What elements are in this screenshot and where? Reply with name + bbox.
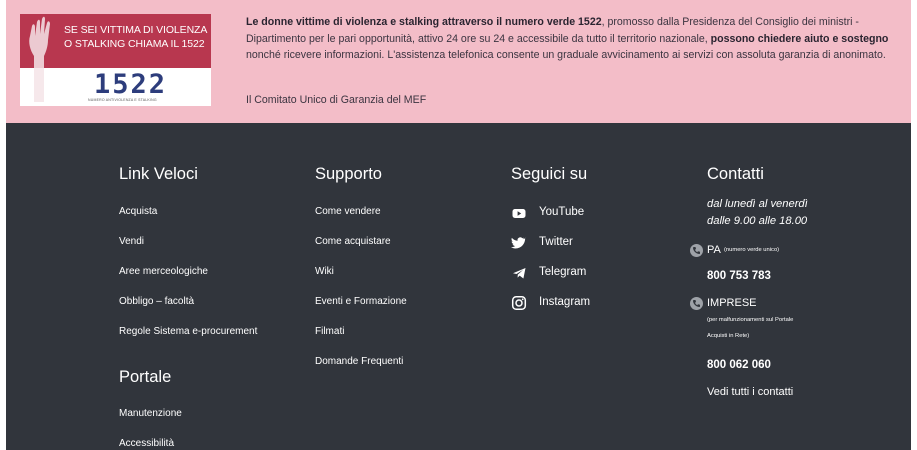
frame-border-right <box>911 0 917 450</box>
frame-border-left <box>0 0 6 450</box>
banner-bold-1: Le donne vittime di violenza e stalking … <box>246 16 602 28</box>
social-instagram[interactable]: Instagram <box>511 295 631 311</box>
link-manutenzione[interactable]: Manutenzione <box>119 408 182 419</box>
logo-slogan: SE SEI VITTIMA DI VIOLENZA O STALKING CH… <box>64 23 209 51</box>
link-veloci-title: Link Veloci <box>119 165 198 183</box>
violence-awareness-banner: SE SEI VITTIMA DI VIOLENZA O STALKING CH… <box>0 0 917 123</box>
link-regole-sistema[interactable]: Regole Sistema e-procurement <box>119 326 257 337</box>
youtube-label: YouTube <box>539 206 585 218</box>
imprese-contact: IMPRESE <box>690 297 870 311</box>
hand-icon <box>29 16 50 102</box>
social-twitter[interactable]: Twitter <box>511 235 631 251</box>
1522-logo[interactable]: SE SEI VITTIMA DI VIOLENZA O STALKING CH… <box>20 14 211 106</box>
link-filmati[interactable]: Filmati <box>315 326 344 337</box>
contact-hours-time: dalle 9.00 alle 18.00 <box>707 215 808 227</box>
pa-label: PA <box>707 244 721 256</box>
imprese-note: (per malfunzionamenti sul Portale Acquis… <box>707 312 793 344</box>
imprese-note-line-1: (per malfunzionamenti sul Portale <box>707 317 794 323</box>
twitter-icon <box>511 236 527 249</box>
contact-hours: dal lunedì al venerdì dalle 9.00 alle 18… <box>707 196 808 230</box>
pa-note: (numero verde unico) <box>724 247 780 253</box>
contact-hours-days: dal lunedì al venerdì <box>707 198 808 210</box>
imprese-note-line-2: Acquisti in Rete) <box>707 333 750 339</box>
imprese-label: IMPRESE <box>707 297 757 309</box>
link-accessibilita[interactable]: Accessibilità <box>119 438 174 449</box>
banner-signature: Il Comitato Unico di Garanzia del MEF <box>246 94 427 106</box>
twitter-label: Twitter <box>539 236 573 248</box>
site-footer: Link Veloci Acquista Vendi Aree merceolo… <box>0 123 917 450</box>
phone-icon <box>690 244 703 257</box>
banner-bold-2: possono chiedere aiuto e sostegno <box>710 32 889 45</box>
banner-text-2: nonché ricevere informazioni. L'assisten… <box>246 49 886 62</box>
link-vendi[interactable]: Vendi <box>119 236 144 247</box>
link-eventi-formazione[interactable]: Eventi e Formazione <box>315 296 407 307</box>
seguici-title: Seguici su <box>511 165 588 183</box>
imprese-phone-number[interactable]: 800 062 060 <box>707 359 771 371</box>
link-all-contacts[interactable]: Vedi tutti i contatti <box>707 386 793 398</box>
logo-subtitle: NUMERO ANTIVIOLENZA E STALKING <box>88 98 157 102</box>
link-acquista[interactable]: Acquista <box>119 206 157 217</box>
social-youtube[interactable]: YouTube <box>511 205 631 221</box>
portale-title: Portale <box>119 368 172 386</box>
link-come-vendere[interactable]: Come vendere <box>315 206 381 217</box>
phone-icon <box>690 297 703 310</box>
youtube-icon <box>512 209 526 218</box>
supporto-title: Supporto <box>315 165 382 183</box>
logo-slogan-line-2: O STALKING CHIAMA IL 1522 <box>64 38 205 50</box>
logo-slogan-line-1: SE SEI VITTIMA DI VIOLENZA <box>64 24 208 36</box>
telegram-label: Telegram <box>539 266 587 278</box>
instagram-label: Instagram <box>539 296 591 308</box>
instagram-icon <box>511 295 527 311</box>
contatti-title: Contatti <box>707 165 764 183</box>
pa-contact: PA (numero verde unico) <box>690 244 870 258</box>
social-telegram[interactable]: Telegram <box>511 265 631 281</box>
page: SE SEI VITTIMA DI VIOLENZA O STALKING CH… <box>0 0 917 450</box>
link-domande-frequenti[interactable]: Domande Frequenti <box>315 356 403 367</box>
link-aree-merceologiche[interactable]: Aree merceologiche <box>119 266 208 277</box>
link-obbligo-facolta[interactable]: Obbligo – facoltà <box>119 296 194 307</box>
link-come-acquistare[interactable]: Come acquistare <box>315 236 391 247</box>
pa-phone-number[interactable]: 800 753 783 <box>707 270 771 282</box>
telegram-icon <box>513 268 526 279</box>
link-wiki[interactable]: Wiki <box>315 266 334 277</box>
banner-message: Le donne vittime di violenza e stalking … <box>246 14 896 64</box>
logo-number: 1522 <box>94 69 168 100</box>
